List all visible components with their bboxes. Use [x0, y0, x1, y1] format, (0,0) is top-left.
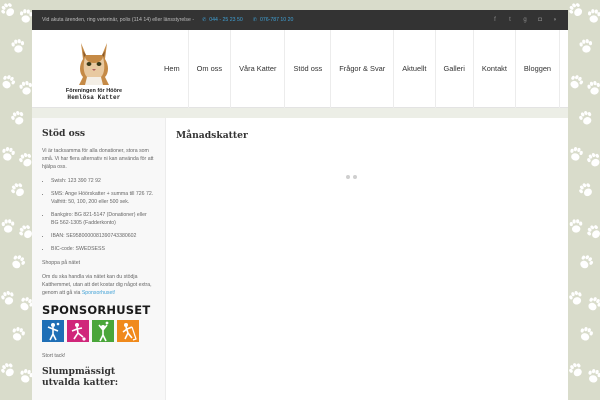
hockey-player-icon — [117, 320, 139, 342]
donation-item-sms: SMS: Ange Höörskatter + summa till 726 7… — [51, 190, 155, 206]
nav-item-hem[interactable]: Hem — [156, 30, 188, 108]
phone-number-2-text: 076-787 10 20 — [259, 17, 294, 23]
main-navigation: Hem Om oss Våra Katter Stöd oss Frågor &… — [156, 29, 561, 108]
sponsorhuset-brand: SPONSORHUSET — [42, 303, 151, 317]
sport-tile-pink — [67, 320, 89, 342]
sport-tile-green — [92, 320, 114, 342]
donation-list: Swish: 123 390 72 92 SMS: Ange Höörskatt… — [42, 177, 155, 253]
donation-item-iban: IBAN: SE9580000081390743380602 — [51, 232, 155, 240]
nav-item-om-oss[interactable]: Om oss — [187, 29, 230, 108]
nav-item-aktuellt[interactable]: Aktuellt — [393, 29, 434, 108]
top-info-bar: Vid akuta ärenden, ring veterinär, polis… — [32, 10, 568, 30]
facebook-icon[interactable]: f — [492, 17, 498, 23]
content-area: Stöd oss Vi är tacksamma för alla donati… — [32, 118, 568, 400]
thanks-text: Stort tack! — [42, 353, 66, 359]
loading-dot — [346, 175, 350, 179]
page-container: Vid akuta ärenden, ring veterinär, polis… — [32, 10, 568, 400]
phone-number-2[interactable]: ✆ 076-787 10 20 — [253, 17, 294, 23]
phone-number-1[interactable]: ✆ 044 - 25 23 50 — [202, 17, 243, 23]
basketball-player-icon — [92, 320, 114, 342]
page-title: Månadskatter — [176, 130, 248, 141]
phone-icon: ✆ — [252, 17, 257, 23]
sponsorhuset-banner[interactable]: SPONSORHUSET — [42, 303, 155, 342]
nav-item-stod-oss[interactable]: Stöd oss — [284, 29, 330, 108]
sidebar-intro: Vi är tacksamma för alla donationer, sto… — [42, 148, 154, 170]
sidebar: Stöd oss Vi är tacksamma för alla donati… — [32, 118, 166, 400]
tennis-player-icon — [42, 320, 64, 342]
donation-item-swish: Swish: 123 390 72 92 — [51, 177, 155, 185]
phone-number-1-text: 044 - 25 23 50 — [209, 17, 243, 23]
google-plus-icon[interactable]: g — [522, 17, 528, 23]
logo-line-2: Hemlösa Katter — [67, 93, 121, 101]
social-links: f t g ◘ ◗ — [492, 17, 558, 23]
sport-tile-orange — [117, 320, 139, 342]
sponsorhuset-link[interactable]: Sponsorhuset! — [82, 290, 115, 296]
rss-icon[interactable]: ◗ — [552, 17, 558, 23]
emergency-notice: Vid akuta ärenden, ring veterinär, polis… — [42, 17, 195, 23]
sport-tile-blue — [42, 320, 64, 342]
nav-item-fragor-svar[interactable]: Frågor & Svar — [330, 29, 393, 108]
donation-item-bic: BIC-code: SWEDSESS — [51, 245, 155, 253]
site-header: Föreningen för Hööre Hemlösa Katter Hem … — [32, 29, 568, 108]
loading-indicator — [346, 175, 357, 179]
phone-icon: ✆ — [202, 17, 207, 23]
donation-item-bankgiro: Bankgiro: BG 821-5147 (Donationer) eller… — [51, 211, 155, 227]
shop-text: Om du ska handla via nätet kan du stödja… — [42, 273, 155, 297]
sponsor-tiles — [42, 320, 155, 342]
shop-title: Shoppa på nätet — [42, 260, 81, 266]
nav-item-bloggen[interactable]: Bloggen — [514, 29, 561, 108]
header-divider-bar — [32, 108, 568, 118]
main-content: Månadskatter — [166, 118, 568, 400]
random-cats-title: Slumpmässigt utvalda katter: — [42, 366, 119, 388]
cat-logo-icon — [79, 42, 109, 85]
site-logo[interactable]: Föreningen för Hööre Hemlösa Katter — [44, 30, 144, 108]
nav-item-kontakt[interactable]: Kontakt — [472, 29, 515, 108]
instagram-icon[interactable]: ◘ — [537, 17, 543, 23]
football-player-icon — [67, 320, 89, 342]
nav-item-vara-katter[interactable]: Våra Katter — [230, 29, 284, 108]
twitter-icon[interactable]: t — [507, 17, 513, 23]
sidebar-title: Stöd oss — [42, 128, 86, 139]
loading-dot — [353, 175, 357, 179]
nav-item-galleri[interactable]: Galleri — [434, 29, 473, 108]
